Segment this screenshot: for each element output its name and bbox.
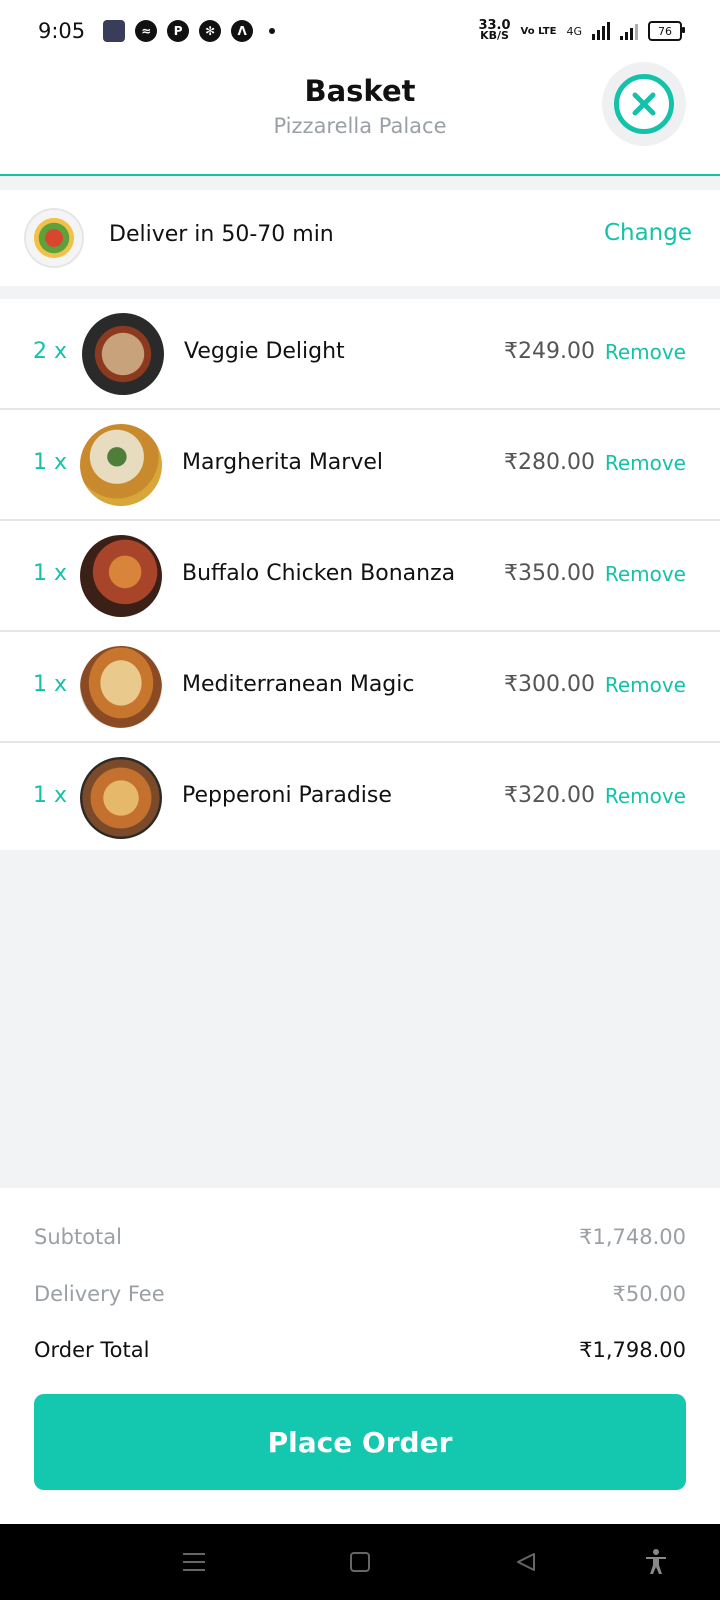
delivery-time-text: Deliver in 50-70 min — [109, 222, 334, 247]
remove-item-button[interactable]: Remove — [605, 784, 686, 808]
network-type: 4G — [566, 24, 582, 38]
basket-item: 1 x Margherita Marvel ₹280.00 Remove — [0, 410, 720, 521]
delivery-fee-label: Delivery Fee — [34, 1282, 165, 1306]
remove-item-button[interactable]: Remove — [605, 451, 686, 475]
close-button[interactable] — [602, 62, 686, 146]
pizza-image — [82, 313, 164, 395]
system-nav-bar — [0, 1524, 720, 1600]
item-quantity: 1 x — [33, 450, 68, 475]
remove-item-button[interactable]: Remove — [605, 340, 686, 364]
item-name: Veggie Delight — [184, 339, 345, 364]
pizza-image — [80, 424, 162, 506]
order-total-value: ₹1,798.00 — [579, 1338, 686, 1362]
close-icon — [614, 74, 674, 134]
item-price: ₹280.00 — [504, 450, 595, 475]
change-delivery-link[interactable]: Change — [604, 220, 692, 246]
empty-space — [0, 850, 720, 1188]
remove-item-button[interactable]: Remove — [605, 673, 686, 697]
section-divider — [0, 176, 720, 190]
item-name: Mediterranean Magic — [182, 672, 415, 697]
order-summary: Subtotal ₹1,748.00 Delivery Fee ₹50.00 O… — [0, 1188, 720, 1524]
item-quantity: 1 x — [33, 783, 68, 808]
pinwheel-icon: ✻ — [199, 20, 222, 42]
subtotal-label: Subtotal — [34, 1225, 122, 1249]
item-price: ₹249.00 — [504, 339, 595, 364]
swirl-notification-icon: ≈ — [135, 20, 158, 42]
more-notifications-icon — [269, 28, 276, 34]
item-quantity: 1 x — [33, 561, 68, 586]
item-price: ₹350.00 — [504, 561, 595, 586]
item-quantity: 2 x — [33, 339, 68, 364]
status-left: 9:05 ≈ P ✻ Λ — [38, 19, 276, 43]
volte-icon: Vo LTE — [520, 25, 557, 37]
basket-item: 2 x Veggie Delight ₹249.00 Remove — [0, 299, 720, 410]
item-price: ₹300.00 — [504, 672, 595, 697]
pizza-image — [80, 646, 162, 728]
signal-icon — [592, 22, 610, 40]
item-price: ₹320.00 — [504, 783, 595, 808]
item-quantity: 1 x — [33, 672, 68, 697]
order-total-label: Order Total — [34, 1338, 150, 1362]
item-name: Buffalo Chicken Bonanza — [182, 561, 456, 586]
home-icon[interactable] — [344, 1546, 376, 1578]
restaurant-thumbnail — [26, 210, 82, 266]
status-time: 9:05 — [38, 19, 86, 43]
status-right: 33.0 KB/S Vo LTE 4G 76 — [478, 19, 685, 42]
pinterest-icon: P — [167, 20, 190, 42]
battery-level: 76 — [658, 24, 672, 38]
remove-item-button[interactable]: Remove — [605, 562, 686, 586]
network-speed: 33.0 KB/S — [478, 19, 510, 42]
menu-icon[interactable] — [178, 1546, 210, 1578]
a-app-icon: Λ — [231, 20, 254, 42]
delivery-fee-row: Delivery Fee ₹50.00 — [34, 1282, 686, 1306]
accessibility-icon[interactable] — [640, 1546, 672, 1578]
section-divider — [0, 286, 720, 299]
basket-items-list: 2 x Veggie Delight ₹249.00 Remove 1 x Ma… — [0, 299, 720, 853]
basket-item: 1 x Buffalo Chicken Bonanza ₹350.00 Remo… — [0, 521, 720, 632]
place-order-button[interactable]: Place Order — [34, 1394, 686, 1490]
item-name: Pepperoni Paradise — [182, 783, 392, 808]
status-bar: 9:05 ≈ P ✻ Λ 33.0 KB/S Vo LTE 4G 76 — [0, 0, 720, 62]
header: Basket Pizzarella Palace — [0, 62, 720, 176]
subtotal-row: Subtotal ₹1,748.00 — [34, 1225, 686, 1249]
basket-item: 1 x Mediterranean Magic ₹300.00 Remove — [0, 632, 720, 743]
signal-icon-secondary — [620, 22, 638, 40]
battery-icon: 76 — [648, 21, 685, 41]
back-icon[interactable] — [510, 1546, 542, 1578]
network-speed-unit: KB/S — [480, 29, 509, 42]
app-notification-icon — [103, 20, 126, 42]
order-total-row: Order Total ₹1,798.00 — [34, 1338, 686, 1362]
item-name: Margherita Marvel — [182, 450, 383, 475]
subtotal-value: ₹1,748.00 — [579, 1225, 686, 1249]
pizza-image — [80, 757, 162, 839]
basket-item: 1 x Pepperoni Paradise ₹320.00 Remove — [0, 743, 720, 853]
delivery-row: Deliver in 50-70 min Change — [0, 190, 720, 286]
pizza-image — [80, 535, 162, 617]
delivery-fee-value: ₹50.00 — [612, 1282, 686, 1306]
